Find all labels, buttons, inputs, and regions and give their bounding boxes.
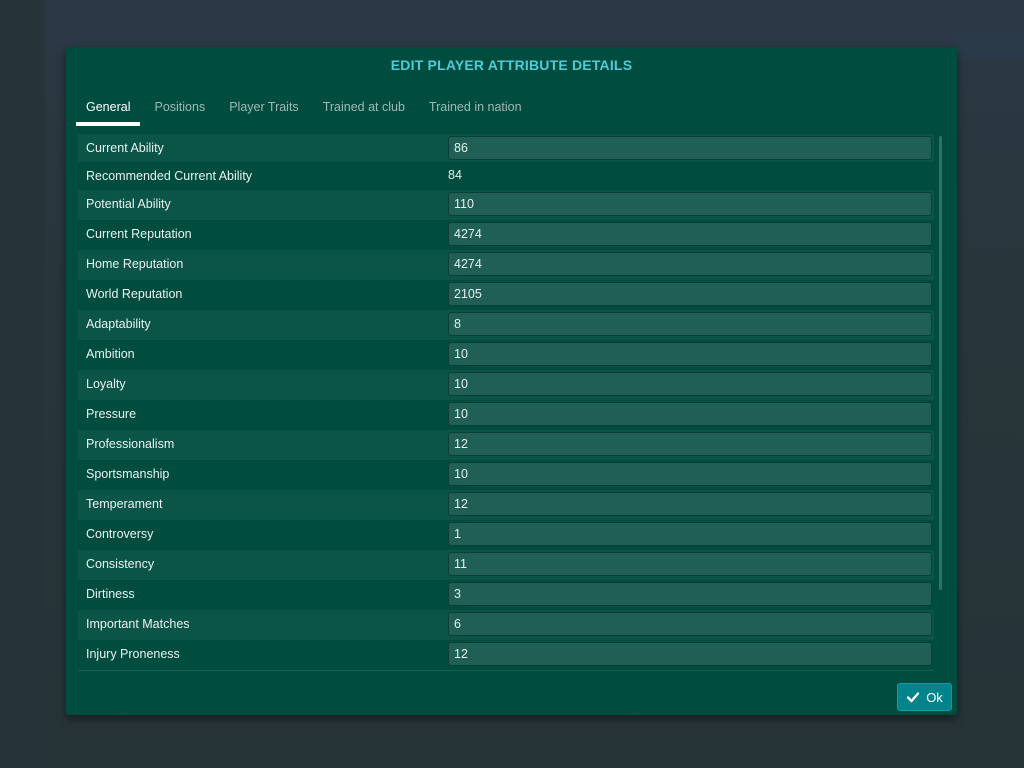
attribute-label: Temperament: [86, 497, 163, 511]
attribute-label: World Reputation: [86, 287, 183, 301]
background-sidebar: [0, 0, 45, 768]
current-ability-input[interactable]: [448, 136, 932, 160]
attribute-row-current-ability: Current Ability: [78, 134, 934, 162]
attribute-row-recommended-current-ability: Recommended Current Ability 84: [78, 162, 934, 190]
tab-trained-at-club[interactable]: Trained at club: [313, 99, 415, 125]
important-matches-input[interactable]: [448, 612, 932, 636]
tab-positions[interactable]: Positions: [144, 99, 215, 125]
recommended-current-ability-value: 84: [448, 168, 462, 182]
attribute-row-temperament: Temperament: [78, 490, 934, 520]
attribute-row-potential-ability: Potential Ability: [78, 190, 934, 220]
tab-trained-in-nation[interactable]: Trained in nation: [419, 99, 532, 125]
loyalty-input[interactable]: [448, 372, 932, 396]
attribute-label: Home Reputation: [86, 257, 184, 271]
attribute-row-adaptability: Adaptability: [78, 310, 934, 340]
adaptability-input[interactable]: [448, 312, 932, 336]
attribute-row-current-reputation: Current Reputation: [78, 220, 934, 250]
attribute-row-home-reputation: Home Reputation: [78, 250, 934, 280]
ok-button-label: Ok: [926, 689, 943, 705]
sportsmanship-input[interactable]: [448, 462, 932, 486]
attribute-row-consistency: Consistency: [78, 550, 934, 580]
injury-proneness-input[interactable]: [448, 642, 932, 666]
attribute-label: Adaptability: [86, 317, 151, 331]
attribute-row-pressure: Pressure: [78, 400, 934, 430]
pressure-input[interactable]: [448, 402, 932, 426]
controversy-input[interactable]: [448, 522, 932, 546]
tab-player-traits[interactable]: Player Traits: [219, 99, 308, 125]
attribute-row-sportsmanship: Sportsmanship: [78, 460, 934, 490]
attribute-row-injury-proneness: Injury Proneness: [78, 640, 934, 670]
attribute-label: Pressure: [86, 407, 137, 421]
attribute-row-dirtiness: Dirtiness: [78, 580, 934, 610]
attribute-label: Potential Ability: [86, 197, 171, 211]
attribute-label: Current Ability: [86, 141, 164, 155]
attribute-label: Current Reputation: [86, 227, 192, 241]
current-reputation-input[interactable]: [448, 222, 932, 246]
edit-player-attribute-dialog: EDIT PLAYER ATTRIBUTE DETAILS General Po…: [66, 47, 957, 715]
tab-general[interactable]: General: [76, 99, 141, 126]
attribute-row-ambition: Ambition: [78, 340, 934, 370]
attribute-label: Dirtiness: [86, 587, 135, 601]
attribute-list: Current Ability Recommended Current Abil…: [78, 134, 934, 670]
scrollbar-thumb[interactable]: [939, 136, 942, 590]
background-header: [0, 0, 1024, 45]
attribute-label: Ambition: [86, 347, 135, 361]
check-icon: [906, 690, 920, 704]
attribute-label: Recommended Current Ability: [86, 169, 253, 183]
attribute-label: Consistency: [86, 557, 155, 571]
professionalism-input[interactable]: [448, 432, 932, 456]
attribute-label: Important Matches: [86, 617, 190, 631]
ok-button[interactable]: Ok: [897, 683, 952, 711]
list-divider: [78, 670, 934, 671]
attribute-row-loyalty: Loyalty: [78, 370, 934, 400]
dirtiness-input[interactable]: [448, 582, 932, 606]
world-reputation-input[interactable]: [448, 282, 932, 306]
potential-ability-input[interactable]: [448, 192, 932, 216]
attribute-label: Loyalty: [86, 377, 126, 391]
attribute-row-controversy: Controversy: [78, 520, 934, 550]
attribute-label: Sportsmanship: [86, 467, 170, 481]
tab-bar: General Positions Player Traits Trained …: [76, 99, 536, 126]
background-panel: [954, 30, 1024, 60]
attribute-row-important-matches: Important Matches: [78, 610, 934, 640]
attribute-row-world-reputation: World Reputation: [78, 280, 934, 310]
attribute-label: Controversy: [86, 527, 154, 541]
ambition-input[interactable]: [448, 342, 932, 366]
attribute-row-professionalism: Professionalism: [78, 430, 934, 460]
attribute-label: Professionalism: [86, 437, 175, 451]
temperament-input[interactable]: [448, 492, 932, 516]
consistency-input[interactable]: [448, 552, 932, 576]
home-reputation-input[interactable]: [448, 252, 932, 276]
dialog-title: EDIT PLAYER ATTRIBUTE DETAILS: [390, 57, 633, 73]
attribute-label: Injury Proneness: [86, 647, 180, 661]
